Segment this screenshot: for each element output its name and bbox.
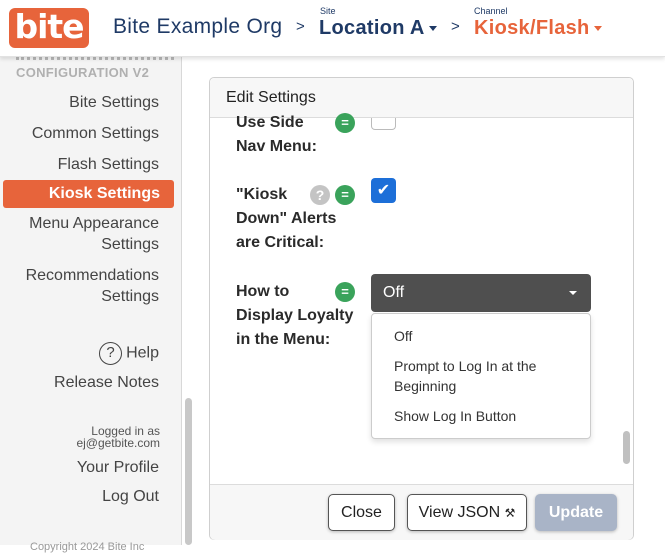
kiosk-down-alerts-checkbox[interactable]: ✔: [371, 178, 396, 203]
equals-badge-icon[interactable]: =: [335, 282, 355, 302]
setting-label-use-side-nav: Use Side Nav Menu:: [236, 114, 317, 155]
dropdown-option-prompt-log-in[interactable]: Prompt to Log In at the Beginning: [394, 356, 580, 396]
channel-value: Kiosk/Flash: [474, 17, 590, 39]
equals-badge-icon[interactable]: =: [335, 185, 355, 205]
chevron-down-icon: [593, 26, 602, 32]
site-value: Location A: [319, 17, 425, 39]
breadcrumb-separator: >: [451, 18, 460, 35]
chevron-down-icon: [428, 26, 437, 32]
select-value: Off: [383, 284, 405, 301]
panel-title: Edit Settings: [226, 89, 316, 106]
loyalty-display-select[interactable]: Off: [371, 274, 591, 312]
channel-small-label: Channel: [474, 6, 508, 16]
equals-badge-icon[interactable]: =: [335, 113, 355, 133]
release-notes-link[interactable]: Release Notes: [54, 372, 159, 393]
help-circle-icon: ?: [99, 342, 123, 365]
org-name[interactable]: Bite Example Org: [113, 15, 282, 39]
log-out-link[interactable]: Log Out: [102, 486, 159, 507]
your-profile-link[interactable]: Your Profile: [77, 457, 159, 478]
channel-selector[interactable]: Kiosk/Flash: [474, 17, 602, 40]
sidebar-divider: [16, 57, 174, 60]
hammer-pick-icon: ⚒: [504, 506, 516, 520]
update-button[interactable]: Update: [535, 494, 617, 531]
copyright: Copyright 2024 Bite Inc: [30, 541, 145, 553]
view-json-button[interactable]: View JSON ⚒: [407, 494, 527, 531]
help-link[interactable]: ? Help: [99, 342, 159, 365]
sidebar-item-bite-settings[interactable]: Bite Settings: [69, 92, 159, 113]
dropdown-option-off[interactable]: Off: [394, 326, 580, 346]
help-label: Help: [126, 344, 159, 362]
sidebar-item-flash-settings[interactable]: Flash Settings: [58, 154, 159, 175]
panel-scrollbar[interactable]: [623, 431, 630, 464]
sidebar-item-recommendations-settings[interactable]: Recommendations Settings: [9, 265, 159, 307]
bite-logo[interactable]: bite: [9, 8, 89, 48]
breadcrumb-separator: >: [296, 18, 305, 35]
view-json-label: View JSON: [418, 504, 501, 521]
sidebar-heading: CONFIGURATION V2: [16, 65, 150, 80]
edit-settings-panel: Edit Settings Use Side Nav Menu: = "Kios…: [209, 77, 634, 540]
chevron-down-icon: [569, 291, 577, 295]
user-email: ej@getbite.com: [76, 436, 160, 450]
sidebar-scrollbar[interactable]: [185, 398, 192, 545]
sidebar-item-kiosk-settings[interactable]: Kiosk Settings: [3, 180, 174, 208]
question-help-icon[interactable]: ?: [310, 185, 330, 205]
sidebar: CONFIGURATION V2 Bite Settings Common Se…: [0, 57, 182, 553]
use-side-nav-checkbox[interactable]: [371, 118, 396, 130]
site-small-label: Site: [320, 6, 336, 16]
loyalty-dropdown-menu: Off Prompt to Log In at the Beginning Sh…: [371, 313, 591, 439]
close-button[interactable]: Close: [328, 494, 395, 531]
sidebar-item-menu-appearance-settings[interactable]: Menu Appearance Settings: [9, 213, 159, 255]
top-bar: bite Bite Example Org > Site Location A …: [0, 0, 665, 57]
dropdown-option-show-log-in-button[interactable]: Show Log In Button: [394, 406, 580, 426]
sidebar-item-common-settings[interactable]: Common Settings: [32, 123, 159, 144]
site-selector[interactable]: Location A: [319, 17, 437, 40]
checkmark-icon: ✔: [376, 182, 391, 199]
